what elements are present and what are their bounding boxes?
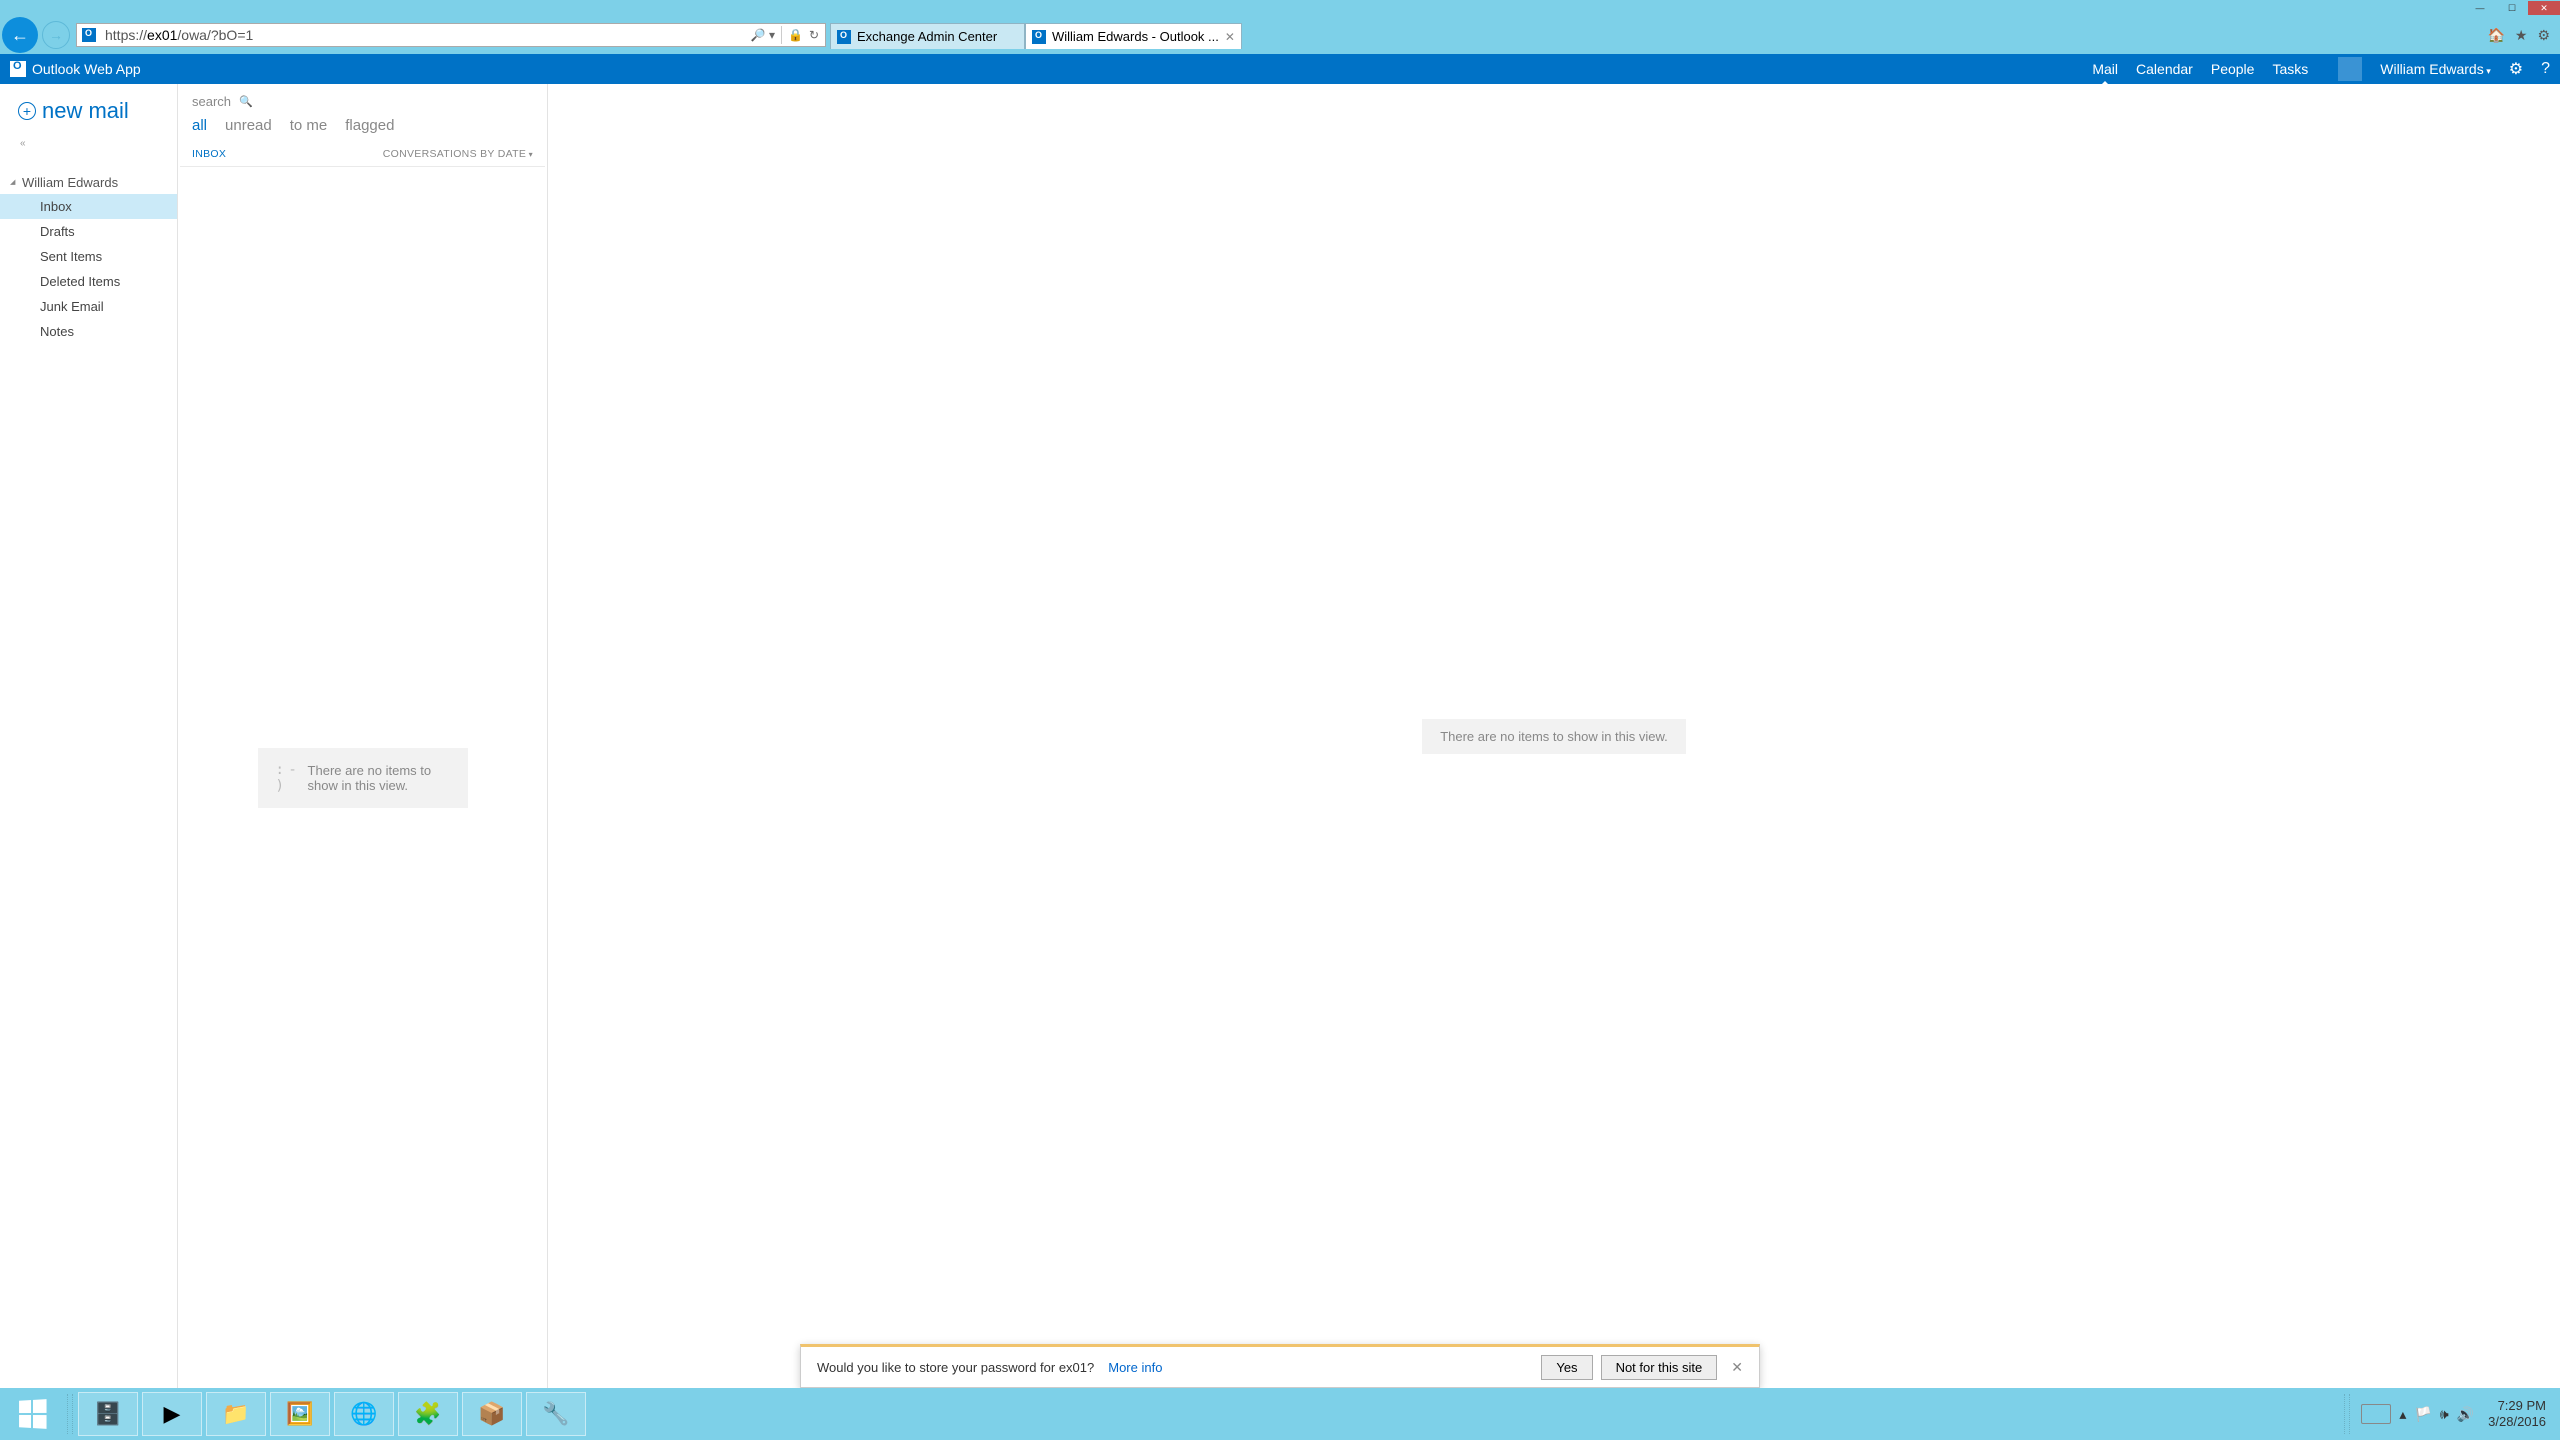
plus-circle-icon: + <box>18 102 36 120</box>
tray-flag-icon[interactable]: 🏳️ <box>2414 1406 2431 1423</box>
window-chrome <box>0 0 2560 16</box>
folder-tree: William Edwards Inbox Drafts Sent Items … <box>0 153 177 344</box>
divider <box>180 166 545 167</box>
filter-all[interactable]: all <box>192 117 207 134</box>
message-filters: all unread to me flagged <box>178 113 547 142</box>
pw-more-info-link[interactable]: More info <box>1108 1360 1162 1375</box>
browser-tabs: Exchange Admin Center William Edwards - … <box>830 21 1242 49</box>
reading-pane: There are no items to show in this view. <box>548 84 2560 1388</box>
touch-keyboard-icon[interactable] <box>2361 1404 2391 1424</box>
taskbar-divider <box>2344 1394 2350 1434</box>
taskbar-ie[interactable]: 🌐 <box>334 1392 394 1436</box>
tray-volume-icon[interactable]: 🔊 <box>2457 1406 2474 1423</box>
address-favicon-icon <box>79 25 99 45</box>
home-icon[interactable]: 🏠 <box>2487 27 2504 44</box>
browser-forward-button[interactable]: → <box>42 21 70 49</box>
taskbar-app-3[interactable]: 📦 <box>462 1392 522 1436</box>
pw-yes-button[interactable]: Yes <box>1541 1355 1592 1380</box>
pw-not-for-site-button[interactable]: Not for this site <box>1601 1355 1718 1380</box>
address-right-icons: 🔎 ▾ 🔒 ↻ <box>745 26 825 44</box>
window-minimize-button[interactable] <box>2464 1 2496 15</box>
clock-date: 3/28/2016 <box>2488 1414 2546 1430</box>
search-dropdown-icon[interactable]: 🔎 ▾ <box>751 28 775 42</box>
tab-close-icon[interactable]: ✕ <box>1225 30 1235 44</box>
list-sort-dropdown[interactable]: CONVERSATIONS BY DATE <box>383 148 533 160</box>
folder-drafts[interactable]: Drafts <box>0 219 177 244</box>
system-tray: ▴ 🏳️ 🕪 🔊 7:29 PM 3/28/2016 <box>2341 1394 2560 1434</box>
browser-tab-exchange-admin[interactable]: Exchange Admin Center <box>830 23 1025 49</box>
tray-chevron-icon[interactable]: ▴ <box>2399 1406 2406 1423</box>
list-header-folder: INBOX <box>192 148 226 160</box>
folder-deleted[interactable]: Deleted Items <box>0 269 177 294</box>
taskbar-server-manager[interactable]: 🗄️ <box>78 1392 138 1436</box>
filter-tome[interactable]: to me <box>290 117 328 134</box>
folder-inbox[interactable]: Inbox <box>0 194 177 219</box>
user-menu[interactable]: William Edwards <box>2380 61 2491 77</box>
owa-main: + new mail « William Edwards Inbox Draft… <box>0 84 2560 1388</box>
password-store-notification: Would you like to store your password fo… <box>800 1344 1760 1388</box>
folder-notes[interactable]: Notes <box>0 319 177 344</box>
taskbar-clock[interactable]: 7:29 PM 3/28/2016 <box>2482 1398 2552 1429</box>
message-list-pane: search 🔍 all unread to me flagged INBOX … <box>178 84 548 1388</box>
search-input[interactable]: search <box>192 94 231 109</box>
browser-right-icons: 🏠 ★ ⚙ <box>2487 27 2560 44</box>
pw-message: Would you like to store your password fo… <box>817 1360 1094 1375</box>
tab-label: William Edwards - Outlook ... <box>1052 29 1219 44</box>
nav-tasks[interactable]: Tasks <box>2272 61 2308 77</box>
avatar[interactable] <box>2338 57 2362 81</box>
clock-time: 7:29 PM <box>2488 1398 2546 1414</box>
nav-calendar[interactable]: Calendar <box>2136 61 2193 77</box>
start-button[interactable] <box>2 1392 62 1436</box>
folder-sent[interactable]: Sent Items <box>0 244 177 269</box>
windows-logo-icon <box>19 1399 46 1429</box>
taskbar-powershell[interactable]: ▶ <box>142 1392 202 1436</box>
empty-list-placeholder: : - ) There are no items to show in this… <box>258 748 468 808</box>
taskbar-app-1[interactable]: 🖼️ <box>270 1392 330 1436</box>
browser-address-bar[interactable]: https://ex01/owa/?bO=1 🔎 ▾ 🔒 ↻ <box>76 23 826 47</box>
refresh-icon[interactable]: ↻ <box>809 28 819 42</box>
tray-network-icon[interactable]: 🕪 <box>2440 1406 2449 1423</box>
folder-junk[interactable]: Junk Email <box>0 294 177 319</box>
owa-top-nav: Mail Calendar People Tasks William Edwar… <box>2092 57 2550 81</box>
search-row: search 🔍 <box>178 84 547 113</box>
empty-list-text: There are no items to show in this view. <box>308 763 450 793</box>
owa-header: Outlook Web App Mail Calendar People Tas… <box>0 54 2560 84</box>
help-icon[interactable]: ? <box>2541 60 2550 78</box>
filter-unread[interactable]: unread <box>225 117 272 134</box>
window-maximize-button[interactable] <box>2496 1 2528 15</box>
lock-icon[interactable]: 🔒 <box>788 28 803 42</box>
favorites-icon[interactable]: ★ <box>2515 27 2528 44</box>
taskbar-divider <box>67 1394 73 1434</box>
owa-logo-icon <box>10 61 26 77</box>
tab-label: Exchange Admin Center <box>857 29 997 44</box>
empty-face-icon: : - ) <box>276 762 296 794</box>
window-close-button[interactable] <box>2528 1 2560 15</box>
filter-flagged[interactable]: flagged <box>345 117 394 134</box>
tab-favicon-icon <box>837 30 851 44</box>
taskbar-app-2[interactable]: 🧩 <box>398 1392 458 1436</box>
owa-logo[interactable]: Outlook Web App <box>10 61 141 77</box>
pw-close-icon[interactable]: ✕ <box>1731 1359 1743 1376</box>
browser-tab-owa[interactable]: William Edwards - Outlook ... ✕ <box>1025 23 1242 49</box>
new-mail-button[interactable]: + new mail <box>0 84 177 134</box>
new-mail-label: new mail <box>42 98 129 124</box>
tools-icon[interactable]: ⚙ <box>2537 27 2550 44</box>
nav-people[interactable]: People <box>2211 61 2255 77</box>
browser-back-button[interactable]: ← <box>2 17 38 53</box>
owa-app-name: Outlook Web App <box>32 61 141 77</box>
search-icon[interactable]: 🔍 <box>239 95 253 108</box>
taskbar-app-4[interactable]: 🔧 <box>526 1392 586 1436</box>
windows-taskbar: 🗄️ ▶ 📁 🖼️ 🌐 🧩 📦 🔧 ▴ 🏳️ 🕪 🔊 7:29 PM 3/28/… <box>0 1388 2560 1440</box>
account-node[interactable]: William Edwards <box>0 171 177 194</box>
taskbar-explorer[interactable]: 📁 <box>206 1392 266 1436</box>
browser-toolbar: ← → https://ex01/owa/?bO=1 🔎 ▾ 🔒 ↻ Excha… <box>0 16 2560 54</box>
tab-favicon-icon <box>1032 30 1046 44</box>
folder-sidebar: + new mail « William Edwards Inbox Draft… <box>0 84 178 1388</box>
message-list-header: INBOX CONVERSATIONS BY DATE <box>178 142 547 166</box>
address-url-text: https://ex01/owa/?bO=1 <box>101 27 745 43</box>
collapse-sidebar-button[interactable]: « <box>0 134 177 153</box>
empty-reading-placeholder: There are no items to show in this view. <box>1422 719 1686 754</box>
nav-mail[interactable]: Mail <box>2092 61 2118 77</box>
settings-gear-icon[interactable]: ⚙ <box>2509 59 2523 79</box>
